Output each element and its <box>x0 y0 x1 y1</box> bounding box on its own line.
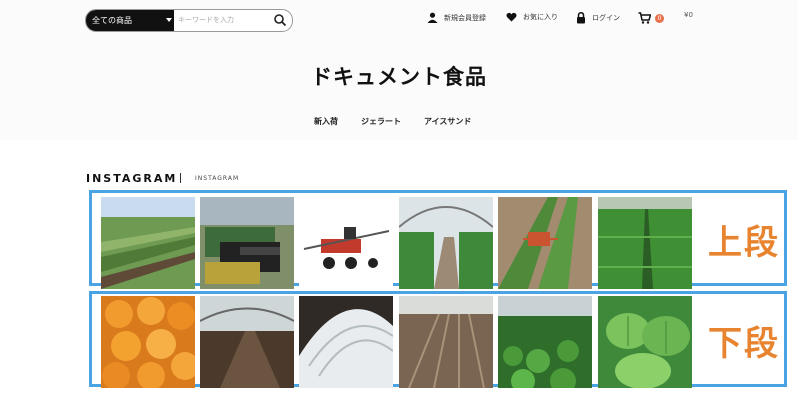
shop-title[interactable]: ドキュメント食品 <box>0 61 798 91</box>
instagram-row-bottom: 下段 <box>89 291 787 388</box>
lock-icon <box>577 12 585 24</box>
login-label: ログイン <box>592 14 620 22</box>
instagram-photo[interactable] <box>299 296 393 388</box>
cart-amount: ¥0 <box>684 11 693 19</box>
favorite-label: お気に入り <box>523 13 558 21</box>
instagram-photo[interactable] <box>101 197 195 289</box>
login-link[interactable]: ログイン <box>576 12 620 24</box>
instagram-title: INSTAGRAM <box>86 172 178 185</box>
favorite-link[interactable]: お気に入り <box>506 12 558 22</box>
nav-gelato[interactable]: ジェラート <box>361 116 401 127</box>
cart-icon <box>638 12 651 24</box>
nav-ice-sand[interactable]: アイスサンド <box>424 116 471 127</box>
user-icon <box>427 12 438 23</box>
instagram-photo[interactable] <box>399 296 493 388</box>
instagram-photo[interactable] <box>399 197 493 289</box>
instagram-photo[interactable] <box>498 197 592 289</box>
instagram-subtitle: INSTAGRAM <box>195 175 240 182</box>
site-header: 全ての商品 キーワードを入力 新規会員登録 お気に入り ログイン 0 ¥0 ドキ… <box>0 0 798 140</box>
instagram-photo[interactable] <box>498 296 592 388</box>
nav-new-arrivals[interactable]: 新入荷 <box>314 116 338 127</box>
instagram-photo[interactable] <box>299 197 393 289</box>
search-input[interactable]: キーワードを入力 <box>178 10 268 31</box>
instagram-photo[interactable] <box>200 197 294 289</box>
search-icon[interactable] <box>273 13 287 27</box>
instagram-row-top: 上段 <box>89 190 787 289</box>
register-link[interactable]: 新規会員登録 <box>427 12 486 23</box>
heart-icon <box>506 12 517 22</box>
cart-count-badge: 0 <box>655 14 664 23</box>
instagram-photo[interactable] <box>598 296 692 388</box>
row-label-bottom: 下段 <box>708 324 780 364</box>
chevron-down-icon <box>166 18 172 22</box>
instagram-photo[interactable] <box>200 296 294 388</box>
instagram-photo[interactable] <box>598 197 692 289</box>
category-select[interactable]: 全ての商品 <box>86 10 174 31</box>
title-divider <box>180 173 181 183</box>
instagram-photo[interactable] <box>101 296 195 388</box>
search-bar: 全ての商品 キーワードを入力 <box>85 9 293 32</box>
register-label: 新規会員登録 <box>444 13 486 22</box>
row-label-top: 上段 <box>708 223 780 263</box>
